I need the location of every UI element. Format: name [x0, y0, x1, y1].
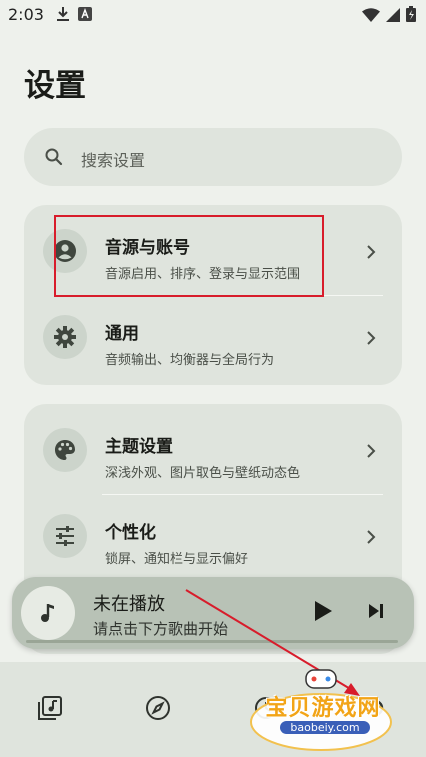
next-track-button[interactable]	[367, 602, 385, 624]
watermark-url: baobeiy.com	[280, 721, 370, 734]
battery-icon	[406, 6, 416, 26]
search-input[interactable]: 搜索设置	[24, 128, 402, 186]
palette-icon	[43, 428, 87, 472]
page-title: 设置	[24, 68, 86, 104]
player-subtitle: 请点击下方歌曲开始	[93, 620, 229, 638]
settings-item-general[interactable]: 通用 音频输出、均衡器与全局行为	[24, 295, 402, 381]
mini-player[interactable]: 未在播放 请点击下方歌曲开始	[12, 577, 414, 649]
player-title: 未在播放	[93, 594, 165, 615]
gear-icon	[43, 315, 87, 359]
chevron-right-icon	[366, 529, 376, 548]
chevron-right-icon	[366, 330, 376, 349]
settings-item-theme[interactable]: 主题设置 深浅外观、图片取色与壁纸动态色	[24, 408, 402, 494]
compass-icon	[145, 695, 171, 725]
highlight-box	[54, 215, 324, 297]
settings-item-title: 通用	[105, 324, 139, 344]
download-icon	[56, 6, 70, 26]
chevron-right-icon	[366, 443, 376, 462]
music-note-icon	[21, 586, 75, 640]
chevron-right-icon	[366, 244, 376, 263]
status-bar: 2:03	[0, 0, 426, 30]
status-right-icons	[362, 6, 416, 26]
settings-item-subtitle: 锁屏、通知栏与显示偏好	[105, 552, 249, 567]
search-icon	[44, 147, 64, 171]
settings-item-title: 个性化	[105, 523, 156, 543]
status-left-icons	[56, 6, 92, 26]
play-button[interactable]	[312, 599, 334, 627]
search-placeholder: 搜索设置	[81, 151, 146, 170]
settings-item-title: 主题设置	[105, 437, 173, 457]
settings-item-subtitle: 音频输出、均衡器与全局行为	[105, 353, 275, 368]
tune-icon	[43, 514, 87, 558]
music-library-icon	[37, 695, 63, 725]
nav-discover[interactable]	[141, 693, 175, 727]
watermark-text: 宝贝游戏网	[265, 696, 381, 721]
signal-icon	[386, 7, 400, 26]
settings-item-subtitle: 深浅外观、图片取色与壁纸动态色	[105, 466, 301, 481]
player-progress-bar	[26, 640, 398, 643]
settings-item-personalization[interactable]: 个性化 锁屏、通知栏与显示偏好	[24, 494, 402, 580]
wifi-icon	[362, 7, 380, 26]
app-notification-icon	[78, 6, 92, 26]
status-time: 2:03	[8, 5, 44, 24]
nav-library[interactable]	[33, 693, 67, 727]
